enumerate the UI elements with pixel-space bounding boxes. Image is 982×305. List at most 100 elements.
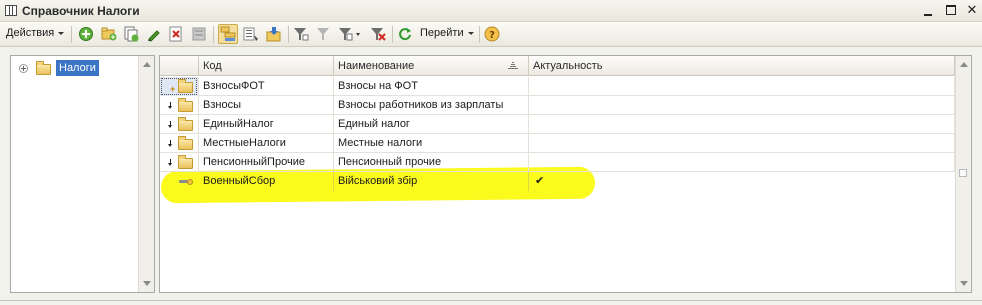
name-cell[interactable]: Військовий збір <box>334 172 529 191</box>
list-view-icon <box>243 27 258 41</box>
title-bar: Справочник Налоги ✕ <box>0 0 982 22</box>
toolbar-separator <box>213 26 214 43</box>
divider <box>0 300 982 301</box>
folder-icon <box>178 136 193 150</box>
actuality-cell[interactable]: ✔ <box>529 172 955 191</box>
list-scrollbar[interactable] <box>955 56 971 292</box>
toolbar-separator <box>392 26 393 43</box>
table-row[interactable]: Взносы Взносы работников из зарплаты <box>160 96 955 115</box>
help-icon: ? <box>484 26 500 42</box>
add-group-button[interactable] <box>101 26 117 42</box>
svg-text:?: ? <box>489 30 495 41</box>
add-icon <box>79 27 93 41</box>
toolbar: Действия Перейти ? <box>0 22 982 47</box>
edit-icon <box>148 30 160 42</box>
folder-icon <box>36 61 51 75</box>
filter-icon <box>294 28 309 41</box>
code-cell[interactable]: ВзносыФОТ <box>199 77 334 96</box>
close-button[interactable]: ✕ <box>964 3 980 19</box>
scroll-down-icon[interactable] <box>143 281 151 286</box>
actions-menu-button[interactable]: Действия <box>6 27 65 39</box>
items-list[interactable]: Код Наименование Актуальность ВзносыФОТ … <box>159 55 972 293</box>
refresh-icon <box>399 28 411 41</box>
code-cell[interactable]: МестныеНалоги <box>199 134 334 153</box>
expand-arrow-icon[interactable] <box>167 159 174 166</box>
expand-arrow-icon[interactable] <box>167 102 174 109</box>
add-group-icon <box>101 27 117 41</box>
actuality-cell[interactable] <box>529 77 955 96</box>
toolbar-separator <box>71 26 72 43</box>
folder-icon <box>170 79 193 96</box>
table-row[interactable]: ЕдиныйНалог Единый налог <box>160 115 955 134</box>
scroll-up-icon[interactable] <box>960 62 968 67</box>
clear-filter-button[interactable] <box>370 26 386 42</box>
add-button[interactable] <box>78 26 94 42</box>
move-to-group-icon <box>266 27 281 42</box>
name-cell[interactable]: Взносы на ФОТ <box>334 77 529 96</box>
maximize-button[interactable] <box>943 3 959 19</box>
clear-filter-icon <box>371 28 386 41</box>
table-row[interactable]: ВоенныйСбор Військовий збір ✔ <box>160 172 955 191</box>
expand-arrow-icon[interactable] <box>167 121 174 128</box>
refresh-button[interactable] <box>397 26 413 42</box>
goto-menu-label: Перейти <box>420 27 464 39</box>
sort-ascending-icon <box>508 62 518 70</box>
row-icon-cell <box>160 153 199 172</box>
mark-delete-button[interactable] <box>191 26 207 42</box>
groups-tree[interactable]: Налоги <box>10 55 155 293</box>
name-cell[interactable]: Местные налоги <box>334 134 529 153</box>
expand-icon[interactable] <box>19 64 28 73</box>
row-icon-cell <box>160 134 199 153</box>
actuality-cell[interactable] <box>529 115 955 134</box>
filter-settings-icon <box>339 28 360 41</box>
filter-by-value-button[interactable] <box>316 26 332 42</box>
filter-by-value-icon <box>317 28 329 40</box>
window-title: Справочник Налоги <box>22 4 140 18</box>
code-cell[interactable]: ВоенныйСбор <box>199 172 334 191</box>
header-code[interactable]: Код <box>199 56 334 76</box>
table-row[interactable]: МестныеНалоги Местные налоги <box>160 134 955 153</box>
copy-icon <box>124 26 139 42</box>
copy-button[interactable] <box>123 26 139 42</box>
goto-menu-button[interactable]: Перейти <box>420 27 474 39</box>
header-icon-column[interactable] <box>160 56 199 76</box>
folder-icon <box>178 98 193 112</box>
header-name-label: Наименование <box>338 60 415 72</box>
dropdown-arrow-icon <box>467 31 474 35</box>
filter-settings-button[interactable] <box>338 26 362 42</box>
delete-icon <box>169 26 182 42</box>
hierarchy-view-button[interactable] <box>218 24 238 44</box>
hierarchy-view-icon <box>220 26 236 41</box>
table-row[interactable]: ПенсионныйПрочие Пенсионный прочие <box>160 153 955 172</box>
scroll-down-icon[interactable] <box>960 281 968 286</box>
tree-node-label: Налоги <box>56 60 99 76</box>
header-actuality[interactable]: Актуальность <box>529 56 955 76</box>
tree-scrollbar[interactable] <box>138 56 154 292</box>
table-row[interactable]: ВзносыФОТ Взносы на ФОТ <box>160 77 955 96</box>
help-button[interactable]: ? <box>484 26 500 42</box>
filter-button[interactable] <box>293 26 309 42</box>
delete-button[interactable] <box>168 26 184 42</box>
row-icon-cell <box>160 115 199 134</box>
header-name[interactable]: Наименование <box>334 56 529 76</box>
code-cell[interactable]: ЕдиныйНалог <box>199 115 334 134</box>
actuality-cell[interactable] <box>529 96 955 115</box>
catalog-icon <box>5 5 17 16</box>
row-icon-cell <box>160 172 199 191</box>
item-icon <box>179 179 193 185</box>
expand-arrow-icon[interactable] <box>167 140 174 147</box>
code-cell[interactable]: ПенсионныйПрочие <box>199 153 334 172</box>
actuality-cell[interactable] <box>529 153 955 172</box>
code-cell[interactable]: Взносы <box>199 96 334 115</box>
maximize-icon <box>946 5 956 15</box>
minimize-button[interactable] <box>920 3 936 19</box>
actuality-cell[interactable] <box>529 134 955 153</box>
name-cell[interactable]: Пенсионный прочие <box>334 153 529 172</box>
move-to-group-button[interactable] <box>266 26 282 42</box>
scroll-thumb[interactable] <box>959 169 967 177</box>
list-view-button[interactable] <box>243 26 259 42</box>
name-cell[interactable]: Единый налог <box>334 115 529 134</box>
name-cell[interactable]: Взносы работников из зарплаты <box>334 96 529 115</box>
scroll-up-icon[interactable] <box>143 62 151 67</box>
edit-button[interactable] <box>146 26 162 42</box>
